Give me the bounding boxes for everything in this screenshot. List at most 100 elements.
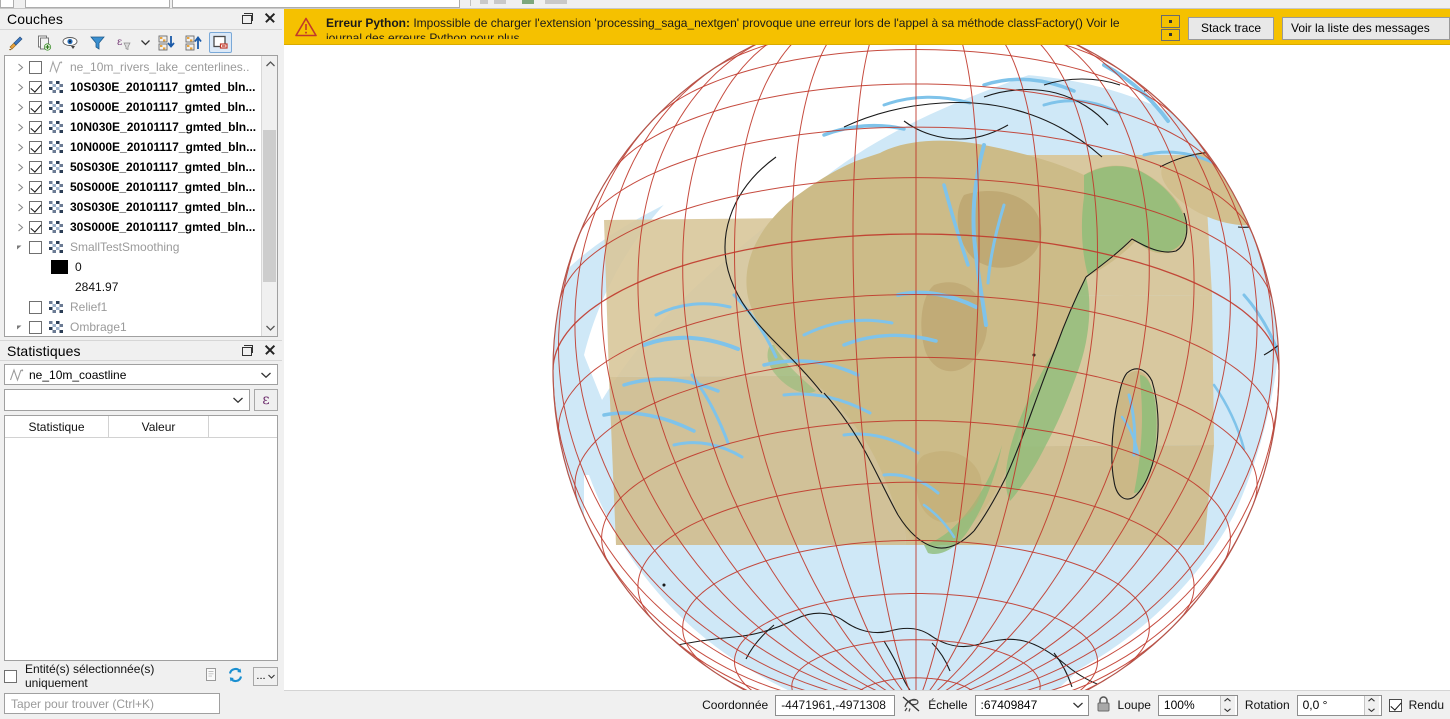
layers-panel-titlebar: Couches [0,9,282,30]
layer-row[interactable]: Relief1 [5,297,261,317]
raster-layer-icon [48,179,64,195]
selected-features-only-checkbox[interactable] [4,669,17,683]
layer-row[interactable]: 10N030E_20101117_gmted_bln... [5,117,261,137]
layer-row[interactable]: ne_10m_rivers_lake_centerlines.. [5,57,261,77]
stack-trace-button[interactable]: Stack trace [1187,16,1274,40]
layer-visibility-checkbox[interactable] [29,320,42,334]
statistics-panel-title: Statistiques [7,342,81,359]
chevron-right-icon[interactable] [12,97,29,117]
legend-entry: 0 [5,257,261,277]
layer-row[interactable]: SmallTestSmoothing [5,237,261,257]
map-canvas[interactable] [284,45,1450,690]
scroll-down-icon[interactable] [262,320,277,336]
filter-legend-by-map-content-button[interactable] [86,32,109,53]
scale-combo[interactable]: :67409847 [974,694,1089,716]
refresh-icon[interactable] [227,667,244,686]
layer-visibility-checkbox[interactable] [29,300,42,314]
collapse-all-button[interactable] [182,32,205,53]
coordinate-input[interactable]: -4471961,-4971308 [775,694,896,716]
layer-visibility-checkbox[interactable] [29,120,42,134]
layers-tree-scrollbar[interactable] [261,56,277,336]
copy-icon[interactable] [204,667,218,686]
chevron-right-icon[interactable] [12,157,29,177]
layer-row[interactable]: 30S030E_20101117_gmted_bln... [5,197,261,217]
layer-visibility-checkbox[interactable] [29,240,42,254]
scrollbar-track[interactable] [262,72,277,320]
toolbar-icon-a[interactable] [480,0,488,4]
message-bar-actions: Stack trace Voir la liste des messages [1155,9,1450,41]
close-icon[interactable] [263,343,277,357]
chevron-down-icon[interactable] [140,32,151,53]
undock-icon[interactable] [240,343,254,357]
lock-scale-icon[interactable] [1096,695,1111,716]
layers-tree[interactable]: ne_10m_rivers_lake_centerlines.. 10S030E_… [4,55,278,337]
undock-icon[interactable] [240,11,254,25]
raster-layer-icon [48,199,64,215]
layer-visibility-checkbox[interactable] [29,80,42,94]
chevron-right-icon[interactable] [12,177,29,197]
toolbar-icon-c[interactable] [522,0,534,4]
scrollbar-thumb[interactable] [263,130,276,282]
magnifier-stepper[interactable] [1219,695,1235,715]
chevron-down-icon[interactable] [12,317,29,336]
chevron-down-icon[interactable] [1072,696,1083,715]
statistics-table[interactable]: Statistique Valeur [4,415,278,661]
chevron-right-icon[interactable] [12,77,29,97]
chevron-right-icon[interactable] [12,57,29,77]
close-icon[interactable] [263,11,277,25]
toolbar-icon-b[interactable] [494,0,506,4]
statistics-field-selector[interactable] [4,389,250,411]
layer-row[interactable]: 50S030E_20101117_gmted_bln... [5,157,261,177]
layer-row[interactable]: 10N000E_20101117_gmted_bln... [5,137,261,157]
statistics-panel-titlebar: Statistiques [0,340,282,361]
toolbar-combo-2[interactable] [172,0,460,8]
open-layer-styling-panel-button[interactable] [5,32,28,53]
manage-layer-visibility-button[interactable] [59,32,82,53]
toolbar-handle[interactable] [0,0,14,8]
expand-all-button[interactable] [155,32,178,53]
more-options-button[interactable]: ... [253,666,278,686]
chevron-right-icon[interactable] [12,117,29,137]
legend-color-swatch [51,260,68,274]
legend-entry-label: 2841.97 [75,280,119,294]
layer-row[interactable]: 10S000E_20101117_gmted_bln... [5,97,261,117]
statistics-layer-selector[interactable]: ne_10m_coastline [4,364,278,385]
layer-visibility-checkbox[interactable] [29,220,42,234]
chevron-down-icon[interactable] [12,237,29,257]
toolbar-combo-1[interactable] [25,0,170,8]
coordinate-capture-icon[interactable] [902,695,921,716]
column-header-statistique[interactable]: Statistique [5,416,109,437]
chevron-right-icon[interactable] [12,197,29,217]
remove-layer-button[interactable] [209,32,232,53]
layer-visibility-checkbox[interactable] [29,180,42,194]
layer-row[interactable]: 50S000E_20101117_gmted_bln... [5,177,261,197]
filter-legend-by-expression-button[interactable]: ε [113,32,136,53]
rotation-stepper[interactable] [1363,695,1379,715]
layer-row[interactable]: 10S030E_20101117_gmted_bln... [5,77,261,97]
chevron-right-icon[interactable] [12,137,29,157]
layer-row[interactable]: 30S000E_20101117_gmted_bln... [5,217,261,237]
chevron-down-icon[interactable] [233,390,243,410]
globe-map [552,45,1280,690]
scale-label: Échelle [928,698,968,712]
layer-visibility-checkbox[interactable] [29,160,42,174]
layer-row[interactable]: Ombrage1 [5,317,261,336]
scroll-up-icon[interactable] [262,56,277,72]
chevron-right-icon[interactable] [12,217,29,237]
chevron-down-icon[interactable] [261,365,271,384]
view-messages-button[interactable]: Voir la liste des messages [1282,16,1450,40]
raster-layer-icon [48,139,64,155]
locator-search-input[interactable]: Taper pour trouver (Ctrl+K) [4,693,220,714]
message-bar-spinner[interactable] [1160,15,1180,41]
expression-builder-button[interactable]: ε [254,389,278,411]
rotation-spinbox[interactable]: 0,0 ° [1296,694,1382,716]
layer-visibility-checkbox[interactable] [29,200,42,214]
column-header-valeur[interactable]: Valeur [109,416,209,437]
render-checkbox[interactable] [1388,698,1402,712]
layer-visibility-checkbox[interactable] [29,60,42,74]
add-group-button[interactable] [32,32,55,53]
layer-visibility-checkbox[interactable] [29,140,42,154]
magnifier-spinbox[interactable]: 100% [1157,694,1238,716]
layer-visibility-checkbox[interactable] [29,100,42,114]
toolbar-icon-d[interactable] [545,0,567,4]
